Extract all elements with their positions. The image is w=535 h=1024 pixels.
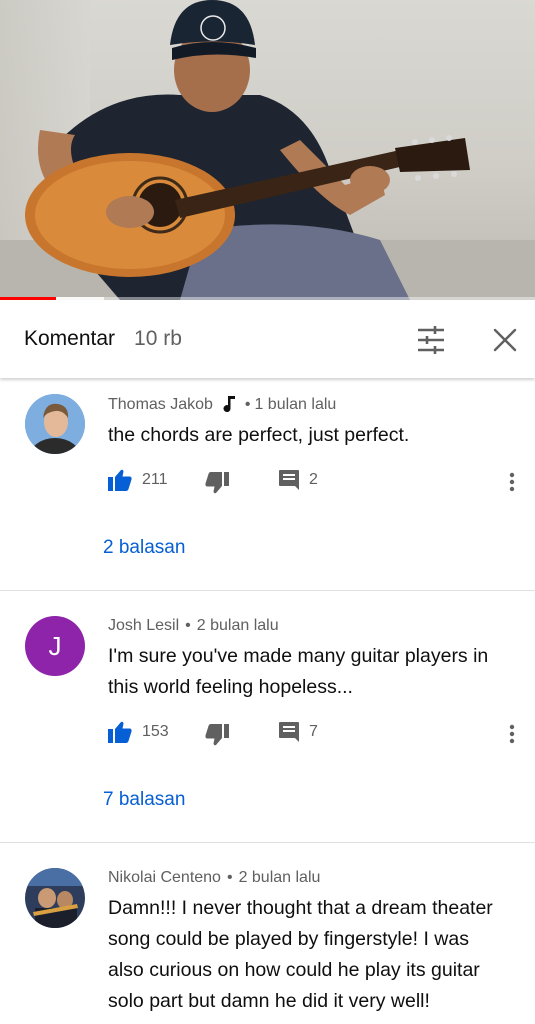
comment-text-line: solo part but damn he did it very well! xyxy=(108,990,430,1012)
more-options-icon[interactable] xyxy=(502,470,522,494)
like-button[interactable]: 211 xyxy=(108,469,168,491)
comments-title: Komentar xyxy=(24,327,116,350)
comment-meta: Nikolai Centeno • 2 bulan lalu xyxy=(108,869,321,886)
music-note-icon xyxy=(223,395,236,417)
avatar[interactable] xyxy=(25,394,85,454)
comment-text-line: Damn!!! I never thought that a dream the… xyxy=(108,897,493,919)
view-replies-link[interactable]: 7 balasan xyxy=(103,789,185,811)
comment-text-line: song could be played by fingerstyle! I w… xyxy=(108,928,469,950)
comment-time: 2 bulan lalu xyxy=(238,869,321,886)
like-count: 153 xyxy=(142,723,169,740)
thumbs-down-icon xyxy=(205,472,229,494)
sort-filter-icon[interactable] xyxy=(416,326,446,354)
avatar[interactable] xyxy=(25,868,85,928)
comment-actions: 211 2 xyxy=(108,469,528,494)
comment-text-line: this world feeling hopeless... xyxy=(108,676,353,698)
comments-count: 10 rb xyxy=(134,327,182,350)
avatar[interactable]: J xyxy=(25,616,85,676)
comment-text: I'm sure you've made many guitar players… xyxy=(108,641,523,703)
thumbs-down-icon xyxy=(205,724,229,746)
comment-icon xyxy=(279,722,299,742)
thumbs-up-icon xyxy=(108,721,132,743)
comment-text-line: also curious on how could he play its gu… xyxy=(108,959,480,981)
comment-meta: Thomas Jakob • 1 bulan lalu xyxy=(108,395,336,417)
comment-item: J Josh Lesil • 2 bulan lalu I'm sure you'v… xyxy=(0,591,535,842)
view-replies-link[interactable]: 2 balasan xyxy=(103,537,185,559)
comment-author[interactable]: Josh Lesil xyxy=(108,617,179,634)
comment-author[interactable]: Thomas Jakob xyxy=(108,396,213,413)
video-frame-guitarist xyxy=(25,0,470,300)
more-options-icon[interactable] xyxy=(502,722,522,746)
like-count: 211 xyxy=(142,471,168,488)
comment-meta: Josh Lesil • 2 bulan lalu xyxy=(108,617,279,634)
dislike-button[interactable] xyxy=(205,472,229,494)
comment-time: 1 bulan lalu xyxy=(254,396,337,413)
comment-item: Thomas Jakob • 1 bulan lalu the chords ar… xyxy=(0,380,535,590)
reply-button[interactable]: 2 xyxy=(278,469,318,491)
video-player[interactable] xyxy=(0,0,535,300)
comments-header: Komentar 10 rb xyxy=(0,300,535,378)
thumbs-up-icon xyxy=(108,469,132,491)
comment-time: 2 bulan lalu xyxy=(196,617,279,634)
dislike-button[interactable] xyxy=(205,724,229,746)
avatar-letter: J xyxy=(48,630,62,661)
comment-text: the chords are perfect, just perfect. xyxy=(108,424,410,446)
reply-button[interactable]: 7 xyxy=(278,721,318,743)
comment-text: Damn!!! I never thought that a dream the… xyxy=(108,893,523,1017)
comment-author[interactable]: Nikolai Centeno xyxy=(108,869,221,886)
like-button[interactable]: 153 xyxy=(108,721,169,743)
comment-item: Nikolai Centeno • 2 bulan lalu Damn!!! I n… xyxy=(0,843,535,1024)
comment-actions: 153 7 xyxy=(108,721,528,746)
reply-count: 7 xyxy=(309,723,318,740)
comment-icon xyxy=(279,470,299,490)
reply-count: 2 xyxy=(309,471,318,488)
close-icon[interactable] xyxy=(492,327,518,353)
comment-text-line: I'm sure you've made many guitar players… xyxy=(108,645,489,667)
